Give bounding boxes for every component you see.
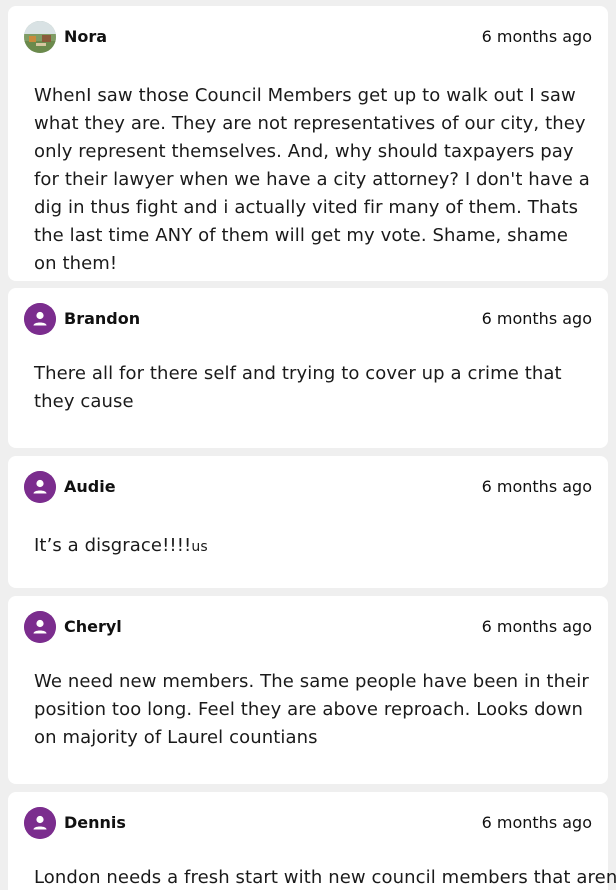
comment-text: It’s a disgrace!!!! — [34, 535, 192, 556]
comment-timestamp[interactable]: 6 months ago — [482, 477, 592, 497]
comment-card: Nora 6 months ago WhenI saw those Counci… — [8, 6, 608, 281]
avatar[interactable] — [24, 303, 56, 335]
comment-card: Dennis 6 months ago London needs a fresh… — [8, 792, 616, 890]
comment-header: Brandon 6 months ago — [24, 303, 592, 335]
user-icon — [24, 471, 56, 503]
avatar[interactable] — [24, 807, 56, 839]
comment-text: There all for there self and trying to c… — [34, 363, 562, 412]
author-name[interactable]: Cheryl — [64, 617, 122, 637]
comment-text: We need new members. The same people hav… — [34, 671, 589, 748]
user-icon — [24, 807, 56, 839]
comment-timestamp[interactable]: 6 months ago — [482, 617, 592, 637]
comment-header: Dennis 6 months ago — [24, 807, 592, 839]
comment-timestamp[interactable]: 6 months ago — [482, 813, 592, 833]
author-name[interactable]: Brandon — [64, 309, 140, 329]
comment-card: Brandon 6 months ago There all for there… — [8, 288, 608, 448]
comment-feed: Nora 6 months ago WhenI saw those Counci… — [0, 0, 616, 890]
avatar[interactable] — [24, 611, 56, 643]
comment-text: London needs a fresh start with new coun… — [34, 867, 616, 888]
comment-header: Cheryl 6 months ago — [24, 611, 592, 643]
avatar[interactable] — [24, 471, 56, 503]
user-icon — [24, 611, 56, 643]
author-name[interactable]: Nora — [64, 27, 107, 47]
comment-header: Nora 6 months ago — [24, 21, 592, 53]
comment-timestamp[interactable]: 6 months ago — [482, 309, 592, 329]
comment-text-suffix: us — [191, 539, 208, 555]
author-name[interactable]: Audie — [64, 477, 116, 497]
comment-header: Audie 6 months ago — [24, 471, 592, 503]
comment-text: WhenI saw those Council Members get up t… — [34, 85, 590, 274]
comment-card: Cheryl 6 months ago We need new members.… — [8, 596, 608, 784]
author-name[interactable]: Dennis — [64, 813, 126, 833]
avatar[interactable] — [24, 21, 56, 53]
comment-card: Audie 6 months ago It’s a disgrace!!!!us — [8, 456, 608, 588]
photo-avatar-icon — [24, 21, 56, 53]
comment-text-container: It’s a disgrace!!!!us — [34, 532, 594, 561]
user-icon — [24, 303, 56, 335]
comment-timestamp[interactable]: 6 months ago — [482, 27, 592, 47]
